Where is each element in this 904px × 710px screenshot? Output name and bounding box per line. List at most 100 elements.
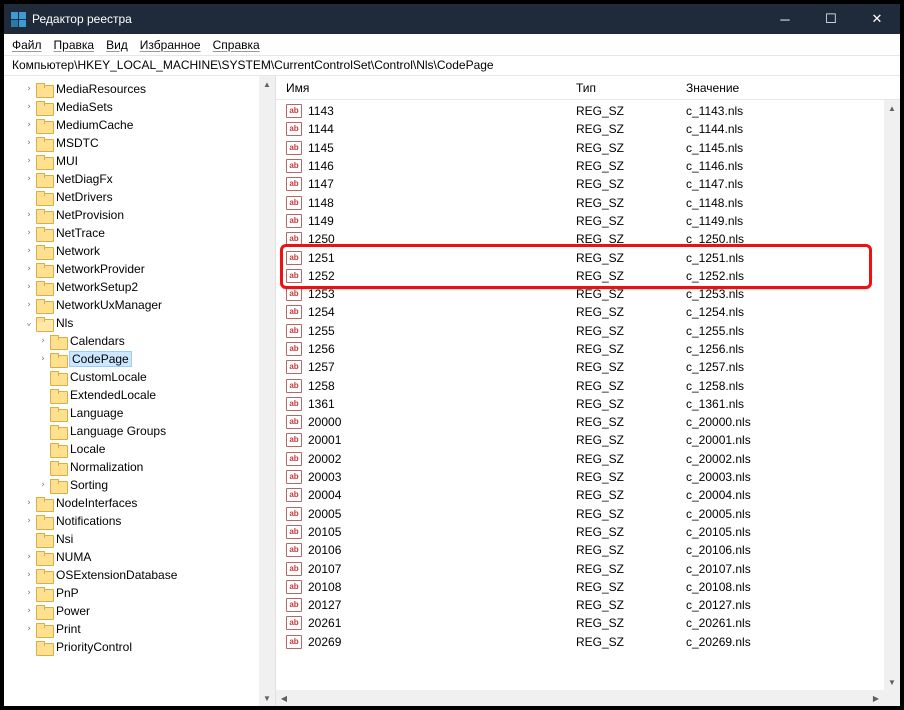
tree-item[interactable]: ›Network	[8, 242, 259, 260]
column-headers[interactable]: Имя Тип Значение	[276, 76, 900, 100]
chevron-right-icon[interactable]: ›	[22, 300, 36, 310]
values-scrollbar-horizontal[interactable]: ◀ ▶	[276, 690, 884, 706]
value-row[interactable]: 20108REG_SZc_20108.nls	[276, 578, 884, 596]
value-row[interactable]: 20002REG_SZc_20002.nls	[276, 450, 884, 468]
values-scrollbar-vertical[interactable]: ▲ ▼	[884, 100, 900, 690]
scroll-up-icon[interactable]: ▲	[259, 76, 275, 92]
tree-item[interactable]: Language Groups	[8, 422, 259, 440]
tree-item[interactable]: ›Notifications	[8, 512, 259, 530]
value-row[interactable]: 20004REG_SZc_20004.nls	[276, 486, 884, 504]
chevron-right-icon[interactable]: ›	[22, 498, 36, 508]
col-type[interactable]: Тип	[576, 81, 686, 95]
tree-item[interactable]: ›NUMA	[8, 548, 259, 566]
chevron-right-icon[interactable]: ›	[22, 174, 36, 184]
scroll-down-icon[interactable]: ▼	[884, 674, 900, 690]
minimize-button[interactable]: ─	[762, 4, 808, 34]
tree-scrollbar[interactable]: ▲ ▼	[259, 76, 275, 706]
chevron-right-icon[interactable]: ›	[22, 264, 36, 274]
tree-item[interactable]: ›NetworkProvider	[8, 260, 259, 278]
value-row[interactable]: 20005REG_SZc_20005.nls	[276, 505, 884, 523]
value-row[interactable]: 1144REG_SZc_1144.nls	[276, 120, 884, 138]
col-name[interactable]: Имя	[286, 81, 576, 95]
chevron-right-icon[interactable]: ›	[22, 138, 36, 148]
chevron-right-icon[interactable]: ›	[22, 570, 36, 580]
tree-item[interactable]: ⌄Nls	[8, 314, 259, 332]
value-row[interactable]: 20261REG_SZc_20261.nls	[276, 614, 884, 632]
tree-item[interactable]: ›PnP	[8, 584, 259, 602]
tree-item[interactable]: ›Sorting	[8, 476, 259, 494]
scroll-left-icon[interactable]: ◀	[276, 690, 292, 706]
chevron-right-icon[interactable]: ›	[22, 210, 36, 220]
tree-item[interactable]: ›NetDiagFx	[8, 170, 259, 188]
value-row[interactable]: 1255REG_SZc_1255.nls	[276, 322, 884, 340]
tree-item[interactable]: ›MediaResources	[8, 80, 259, 98]
value-row[interactable]: 1253REG_SZc_1253.nls	[276, 285, 884, 303]
value-row[interactable]: 1252REG_SZc_1252.nls	[276, 267, 884, 285]
value-row[interactable]: 20269REG_SZc_20269.nls	[276, 633, 884, 651]
value-row[interactable]: 1145REG_SZc_1145.nls	[276, 139, 884, 157]
chevron-right-icon[interactable]: ›	[22, 102, 36, 112]
tree-item[interactable]: Nsi	[8, 530, 259, 548]
value-row[interactable]: 20107REG_SZc_20107.nls	[276, 559, 884, 577]
tree-item[interactable]: ›NetworkUxManager	[8, 296, 259, 314]
tree-item[interactable]: NetDrivers	[8, 188, 259, 206]
chevron-right-icon[interactable]: ›	[22, 624, 36, 634]
tree-item[interactable]: Locale	[8, 440, 259, 458]
tree-item[interactable]: ›OSExtensionDatabase	[8, 566, 259, 584]
menu-file[interactable]: Файл	[12, 38, 42, 52]
tree-item[interactable]: Normalization	[8, 458, 259, 476]
tree-item[interactable]: ›NetworkSetup2	[8, 278, 259, 296]
scroll-down-icon[interactable]: ▼	[259, 690, 275, 706]
address-bar[interactable]: Компьютер\HKEY_LOCAL_MACHINE\SYSTEM\Curr…	[4, 56, 900, 76]
chevron-right-icon[interactable]: ›	[36, 336, 50, 346]
tree-item[interactable]: ›NetTrace	[8, 224, 259, 242]
chevron-right-icon[interactable]: ›	[22, 246, 36, 256]
value-row[interactable]: 20127REG_SZc_20127.nls	[276, 596, 884, 614]
chevron-right-icon[interactable]: ›	[22, 282, 36, 292]
value-row[interactable]: 1143REG_SZc_1143.nls	[276, 102, 884, 120]
tree-item[interactable]: PriorityControl	[8, 638, 259, 656]
tree-item[interactable]: ›NetProvision	[8, 206, 259, 224]
chevron-down-icon[interactable]: ⌄	[22, 318, 36, 328]
menu-view[interactable]: Вид	[106, 38, 128, 52]
value-row[interactable]: 1256REG_SZc_1256.nls	[276, 340, 884, 358]
tree-item[interactable]: CustomLocale	[8, 368, 259, 386]
chevron-right-icon[interactable]: ›	[22, 588, 36, 598]
chevron-right-icon[interactable]: ›	[22, 228, 36, 238]
chevron-right-icon[interactable]: ›	[22, 84, 36, 94]
value-row[interactable]: 20000REG_SZc_20000.nls	[276, 413, 884, 431]
value-row[interactable]: 1147REG_SZc_1147.nls	[276, 175, 884, 193]
chevron-right-icon[interactable]: ›	[22, 156, 36, 166]
tree-item[interactable]: ExtendedLocale	[8, 386, 259, 404]
value-row[interactable]: 1148REG_SZc_1148.nls	[276, 193, 884, 211]
value-row[interactable]: 1251REG_SZc_1251.nls	[276, 248, 884, 266]
menu-help[interactable]: Справка	[213, 38, 260, 52]
chevron-right-icon[interactable]: ›	[22, 516, 36, 526]
value-row[interactable]: 1149REG_SZc_1149.nls	[276, 212, 884, 230]
tree-item[interactable]: Language	[8, 404, 259, 422]
maximize-button[interactable]: ☐	[808, 4, 854, 34]
tree-item[interactable]: ›NodeInterfaces	[8, 494, 259, 512]
tree-item[interactable]: ›Print	[8, 620, 259, 638]
tree-item[interactable]: ›Calendars	[8, 332, 259, 350]
menu-favorites[interactable]: Избранное	[140, 38, 201, 52]
value-row[interactable]: 20106REG_SZc_20106.nls	[276, 541, 884, 559]
tree-item[interactable]: ›Power	[8, 602, 259, 620]
tree-item[interactable]: ›MSDTC	[8, 134, 259, 152]
value-row[interactable]: 20105REG_SZc_20105.nls	[276, 523, 884, 541]
tree-item[interactable]: ›MediumCache	[8, 116, 259, 134]
tree-item[interactable]: ›MUI	[8, 152, 259, 170]
tree-item[interactable]: ›MediaSets	[8, 98, 259, 116]
menu-edit[interactable]: Правка	[54, 38, 95, 52]
scroll-right-icon[interactable]: ▶	[868, 690, 884, 706]
value-row[interactable]: 1257REG_SZc_1257.nls	[276, 358, 884, 376]
chevron-right-icon[interactable]: ›	[36, 480, 50, 490]
value-row[interactable]: 20001REG_SZc_20001.nls	[276, 431, 884, 449]
value-row[interactable]: 1250REG_SZc_1250.nls	[276, 230, 884, 248]
value-row[interactable]: 1361REG_SZc_1361.nls	[276, 395, 884, 413]
close-button[interactable]: ✕	[854, 4, 900, 34]
col-data[interactable]: Значение	[686, 81, 900, 95]
chevron-right-icon[interactable]: ›	[22, 606, 36, 616]
value-row[interactable]: 1146REG_SZc_1146.nls	[276, 157, 884, 175]
scroll-up-icon[interactable]: ▲	[884, 100, 900, 116]
